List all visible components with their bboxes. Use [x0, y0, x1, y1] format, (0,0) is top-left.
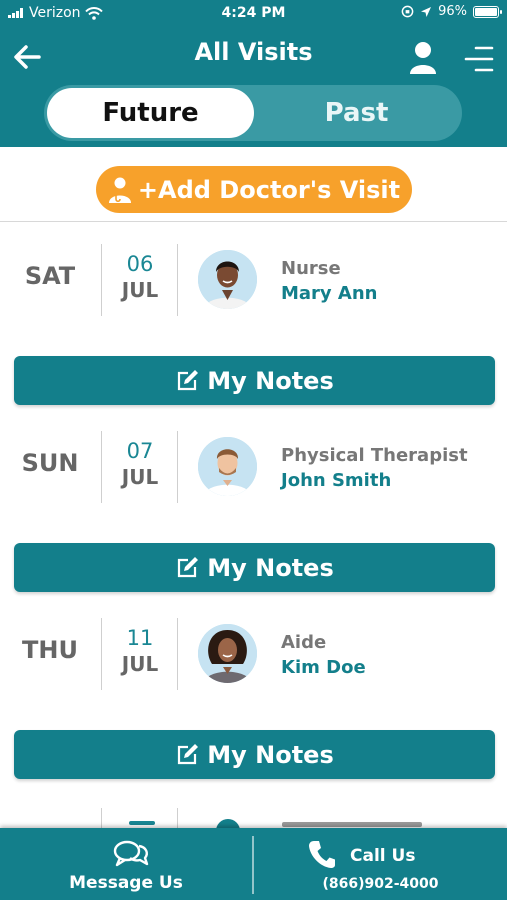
visit-date: 11 JUL [103, 625, 177, 677]
edit-icon [178, 369, 199, 390]
visit-divider [177, 244, 178, 316]
edit-icon [178, 556, 199, 577]
my-notes-label: My Notes [207, 553, 334, 582]
tab-past[interactable]: Past [254, 88, 459, 138]
my-notes-label: My Notes [207, 740, 334, 769]
divider [0, 221, 507, 222]
visit-provider-name: Mary Ann [281, 283, 378, 304]
status-right: 96% [401, 4, 502, 19]
orientation-lock-icon [401, 5, 414, 18]
visit-row[interactable]: THU 11 JUL Aide Kim Doe [0, 614, 507, 694]
avatar [198, 437, 257, 496]
visit-divider [101, 244, 102, 316]
profile-button[interactable] [406, 40, 440, 76]
visit-row-partial [0, 808, 507, 828]
visit-provider-name: Kim Doe [281, 657, 366, 678]
menu-button[interactable] [462, 44, 494, 74]
menu-icon [464, 46, 494, 72]
visit-day: SAT [24, 262, 76, 290]
visit-day: THU [22, 636, 78, 664]
my-notes-button[interactable]: My Notes [14, 543, 495, 592]
visit-date: 06 JUL [103, 251, 177, 303]
message-us-button[interactable]: Message Us [0, 828, 252, 900]
message-us-label: Message Us [69, 873, 183, 893]
visit-role: Aide [281, 632, 327, 653]
my-notes-button[interactable]: My Notes [14, 730, 495, 779]
visit-divider [177, 618, 178, 690]
visit-month: JUL [121, 278, 159, 302]
visit-divider [101, 618, 102, 690]
visit-role: Physical Therapist [281, 445, 468, 466]
visit-row[interactable]: SAT 06 JUL Nurse Mary Ann [0, 240, 507, 320]
visit-divider [177, 431, 178, 503]
avatar [198, 250, 257, 309]
call-us-label: Call Us [350, 846, 416, 866]
avatar [198, 624, 257, 683]
call-us-button[interactable]: Call Us (866)902-4000 [254, 828, 507, 900]
visit-divider [101, 431, 102, 503]
status-bar: Verizon 4:24 PM 96% [0, 0, 507, 26]
tab-future[interactable]: Future [47, 88, 254, 138]
phone-icon [309, 841, 335, 868]
visit-date-number: 07 [126, 439, 154, 463]
edit-icon [178, 743, 199, 764]
chat-icon [113, 840, 149, 867]
visit-date: 07 JUL [103, 438, 177, 490]
visit-date-number: 06 [126, 252, 154, 276]
add-doctor-visit-label: +Add Doctor's Visit [137, 175, 401, 204]
my-notes-label: My Notes [207, 366, 334, 395]
header: Verizon 4:24 PM 96% All Visits Future Pa… [0, 0, 507, 147]
visit-row[interactable]: SUN 07 JUL Physical Therapist John Smith [0, 427, 507, 507]
my-notes-button[interactable]: My Notes [14, 356, 495, 405]
visit-provider-name: John Smith [281, 470, 392, 491]
add-doctor-visit-button[interactable]: +Add Doctor's Visit [96, 166, 412, 213]
bottom-bar: Message Us Call Us (866)902-4000 [0, 828, 507, 900]
location-icon [421, 6, 432, 17]
battery-icon [473, 5, 502, 18]
battery-percent: 96% [438, 4, 467, 19]
phone-number: (866)902-4000 [322, 876, 439, 892]
visit-role: Nurse [281, 258, 341, 279]
visit-tabs: Future Past [44, 85, 462, 141]
visit-date-number: 11 [126, 626, 154, 650]
visit-day: SUN [21, 449, 79, 477]
visit-month: JUL [121, 465, 159, 489]
doctor-icon [108, 177, 131, 203]
person-icon [410, 42, 436, 74]
visit-month: JUL [121, 652, 159, 676]
